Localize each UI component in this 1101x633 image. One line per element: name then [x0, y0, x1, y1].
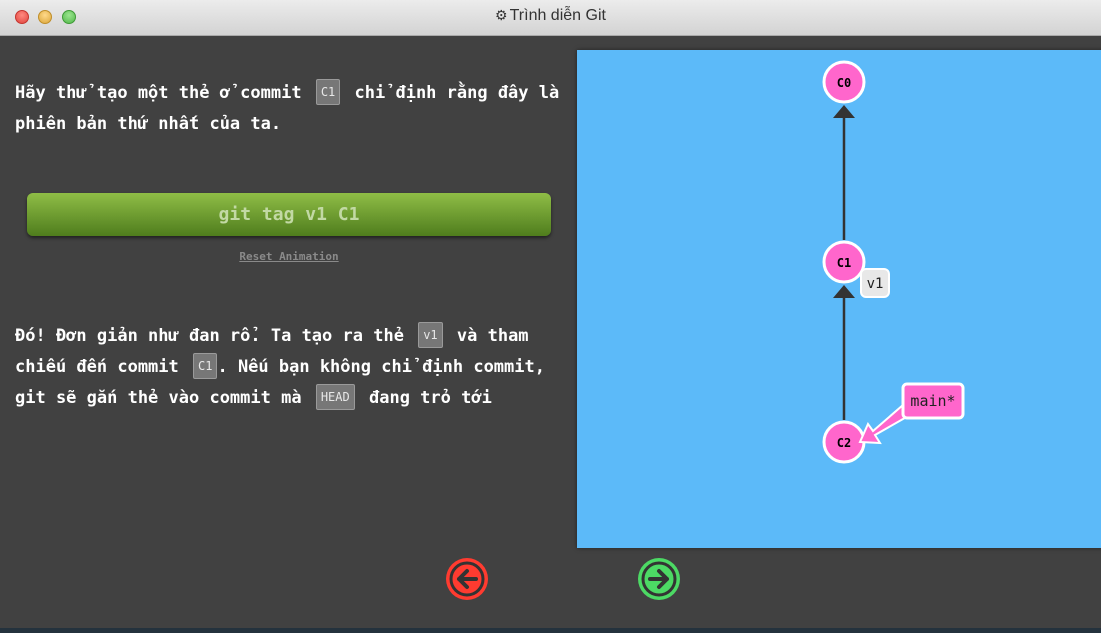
- reset-animation-link[interactable]: Reset Animation: [0, 250, 578, 263]
- app-window: ⚙ Trình diễn Git Hãy thử tạo một thẻ ở co…: [0, 0, 1101, 628]
- tag-ref-chip: v1: [418, 322, 443, 348]
- previous-step-button[interactable]: [446, 558, 488, 600]
- commit-label: C2: [837, 436, 851, 450]
- commit-node-c1[interactable]: C1: [822, 240, 866, 284]
- arrow-left-icon: [446, 558, 488, 600]
- git-graph-canvas: C0 C1 C2 v1 main*: [577, 50, 1101, 548]
- commit-node-c0[interactable]: C0: [822, 60, 866, 104]
- arrow-right-icon: [638, 558, 680, 600]
- gear-icon: ⚙: [495, 7, 508, 23]
- window-title-text: Trình diễn Git: [509, 7, 606, 24]
- outro-text-part: đang trỏ tới: [368, 388, 492, 408]
- commit-node-c2[interactable]: C2: [822, 420, 866, 464]
- title-bar: ⚙ Trình diễn Git: [0, 0, 1101, 36]
- branch-label: main*: [910, 392, 955, 410]
- edge-arrowhead: [833, 105, 855, 118]
- next-step-button[interactable]: [638, 558, 680, 600]
- desktop-background: [0, 628, 1101, 633]
- window-title: ⚙ Trình diễn Git: [0, 7, 1101, 25]
- lesson-intro-text: Hãy thử tạo một thẻ ở commit C1 chỉ định…: [15, 78, 575, 140]
- intro-text-part: Hãy thử tạo một thẻ ở commit: [15, 83, 302, 103]
- head-ref-chip: HEAD: [315, 384, 355, 410]
- tag-v1[interactable]: v1: [860, 268, 890, 298]
- git-graph: C0 C1 C2 v1 main*: [822, 60, 965, 464]
- branch-main[interactable]: main*: [858, 382, 965, 445]
- commit-ref-chip: C1: [315, 79, 341, 105]
- lesson-outro-text: Đó! Đơn giản như đan rổ. Ta tạo ra thẻ v…: [15, 321, 575, 414]
- commit-ref-chip: C1: [193, 353, 218, 379]
- commit-label: C0: [837, 76, 851, 90]
- edge-arrowhead: [833, 285, 855, 298]
- tag-label: v1: [867, 276, 884, 292]
- commit-label: C1: [837, 256, 851, 270]
- outro-text-part: Đó! Đơn giản như đan rổ. Ta tạo ra thẻ: [15, 326, 404, 346]
- run-command-button[interactable]: git tag v1 C1: [27, 193, 551, 236]
